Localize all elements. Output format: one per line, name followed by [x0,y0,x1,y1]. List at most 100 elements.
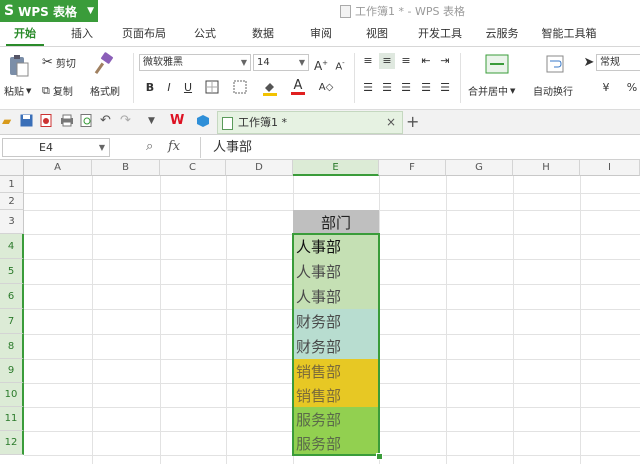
font-size-select[interactable]: 14 ▼ [253,54,309,71]
tab-view[interactable]: 视图 [358,22,396,46]
row-header-5[interactable]: 5 [0,259,24,284]
gridline [446,176,447,464]
column-header-e[interactable]: E [293,160,379,176]
currency-icon[interactable]: ¥ [598,80,614,96]
column-header-a[interactable]: A [24,160,92,176]
tab-insert[interactable]: 插入 [62,22,102,46]
column-header-h[interactable]: H [513,160,580,176]
customize-dropdown-icon[interactable]: ▼ [148,114,162,128]
decrease-font-icon[interactable]: A- [332,55,348,72]
copy-button[interactable]: ⧉ 复制 [42,83,73,99]
document-tab[interactable]: 工作簿1 * × [217,111,403,134]
increase-indent-icon[interactable]: ⇥ [437,53,453,69]
row-header-3[interactable]: 3 [0,210,24,234]
paste-icon[interactable] [6,53,34,79]
percent-icon[interactable]: % [624,80,640,96]
table-cell[interactable]: 服务部 [293,407,379,431]
app-menu-button[interactable]: S WPS 表格 ▼ [0,0,98,22]
title-bar: S WPS 表格 ▼ 工作簿1 * - WPS 表格 [0,0,640,23]
tab-smart-tools[interactable]: 智能工具箱 [536,22,602,46]
merge-center-label: 合并居中 [468,87,508,98]
underline-icon[interactable]: U [180,80,196,96]
fill-handle[interactable] [376,453,383,460]
align-right-icon[interactable]: ☰ [398,80,414,96]
table-cell[interactable]: 销售部 [293,359,379,383]
name-box[interactable]: E4 ▼ [2,138,110,157]
row-header-8[interactable]: 8 [0,334,24,359]
italic-icon[interactable]: I [161,80,177,96]
number-format-select[interactable]: 常规 [596,54,640,71]
justify-icon[interactable]: ☰ [418,80,434,96]
clear-format-icon[interactable]: A◇ [318,80,334,96]
column-header-c[interactable]: C [160,160,226,176]
print-preview-icon[interactable] [80,114,94,128]
merge-center-button[interactable]: 合并居中 ▼ [468,83,515,99]
align-bottom-icon[interactable]: ≡ [398,53,414,69]
borders-icon[interactable] [204,80,220,96]
row-header-11[interactable]: 11 [0,407,24,431]
formula-input[interactable]: 人事部 [200,137,640,158]
wps-home-icon[interactable]: W [170,114,184,128]
row-header-9[interactable]: 9 [0,359,24,383]
table-cell[interactable]: 销售部 [293,383,379,407]
distributed-icon[interactable]: ☰ [437,80,453,96]
font-color-icon[interactable]: A [290,78,306,95]
font-name-select[interactable]: 微软雅黑 ▼ [139,54,251,71]
align-left-icon[interactable]: ☰ [360,80,376,96]
row-header-10[interactable]: 10 [0,383,24,407]
table-cell[interactable]: 人事部 [293,284,379,309]
cut-button[interactable]: ✂ 剪切 [42,55,76,70]
chevron-down-icon: ▼ [240,58,247,67]
undo-icon[interactable]: ↶ [100,114,114,128]
fill-color-icon[interactable] [262,80,278,96]
row-header-1[interactable]: 1 [0,176,24,193]
close-icon[interactable]: × [386,112,396,133]
merge-center-icon[interactable] [485,53,511,75]
format-painter-button[interactable]: 格式刷 [90,83,120,98]
column-header-d[interactable]: D [226,160,293,176]
table-cell[interactable]: 人事部 [293,259,379,284]
redo-icon[interactable]: ↷ [120,114,134,128]
tab-formulas[interactable]: 公式 [186,22,224,46]
column-header-b[interactable]: B [92,160,160,176]
align-middle-icon[interactable]: ≡ [379,53,395,69]
table-cell[interactable]: 财务部 [293,309,379,334]
tab-cloud[interactable]: 云服务 [482,22,522,46]
save-icon[interactable] [20,114,34,128]
paste-button[interactable]: 粘贴 ▼ [4,83,31,99]
zoom-search-icon[interactable]: ⌕ [146,139,153,154]
select-all-corner[interactable] [0,160,24,176]
column-header-f[interactable]: F [379,160,446,176]
tab-page-layout[interactable]: 页面布局 [116,22,172,46]
export-pdf-icon[interactable] [40,114,54,128]
bold-icon[interactable]: B [142,80,158,96]
column-header-i[interactable]: I [580,160,640,176]
table-cell[interactable]: 服务部 [293,431,379,455]
cube-icon[interactable] [196,114,210,128]
row-header-12[interactable]: 12 [0,431,24,455]
print-icon[interactable] [60,114,74,128]
tab-home[interactable]: 开始 [6,22,44,46]
format-painter-icon[interactable] [92,51,118,77]
header-cell[interactable]: 部门 [293,210,379,234]
row-header-7[interactable]: 7 [0,309,24,334]
tab-review[interactable]: 审阅 [302,22,340,46]
decrease-indent-icon[interactable]: ⇤ [418,53,434,69]
open-folder-icon[interactable]: ▰ [2,114,16,128]
increase-font-icon[interactable]: A+ [313,55,329,73]
row-header-6[interactable]: 6 [0,284,24,309]
row-header-2[interactable]: 2 [0,193,24,210]
align-center-icon[interactable]: ☰ [379,80,395,96]
wrap-text-button[interactable]: 自动换行 [533,83,573,98]
function-icon[interactable]: fx [168,139,180,154]
grid-borders-icon[interactable] [232,80,248,96]
tab-developer[interactable]: 开发工具 [412,22,468,46]
row-header-4[interactable]: 4 [0,234,24,259]
table-cell[interactable]: 财务部 [293,334,379,359]
tab-data[interactable]: 数据 [244,22,282,46]
align-top-icon[interactable]: ≡ [360,53,376,69]
add-tab-icon[interactable]: + [406,112,419,132]
wrap-text-icon[interactable] [545,53,569,75]
column-header-g[interactable]: G [446,160,513,176]
table-cell[interactable]: 人事部 [293,234,379,259]
